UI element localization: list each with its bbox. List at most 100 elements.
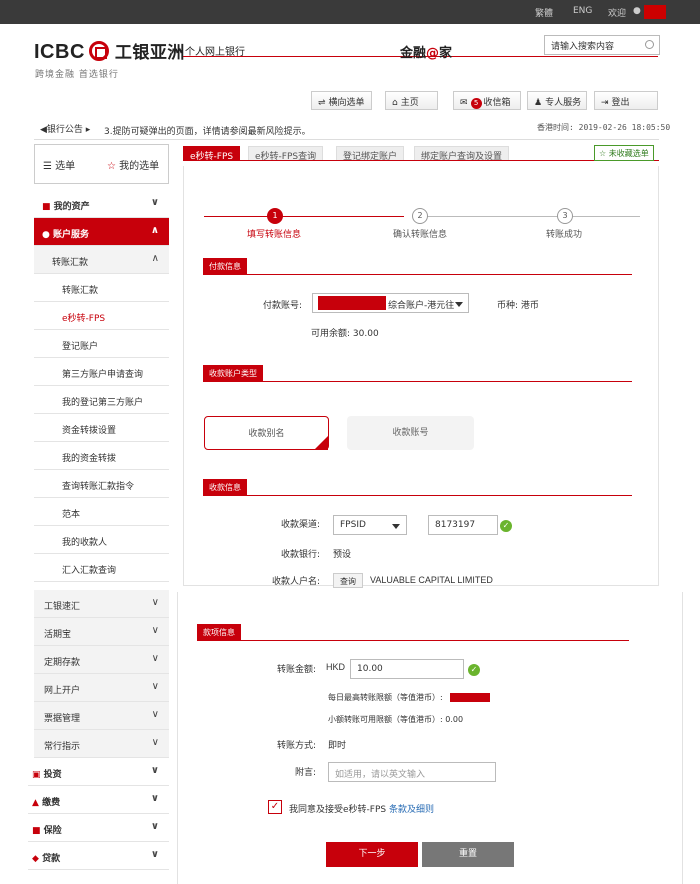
icbc-logo[interactable]: ICBC 工银亚洲	[34, 38, 185, 64]
payee-section-line	[203, 495, 632, 496]
sidebar-item-inward-remit[interactable]: 汇入汇款查询	[34, 554, 169, 582]
reset-button[interactable]: 重置	[422, 842, 514, 867]
account-number-redacted	[318, 296, 386, 310]
inbox-button[interactable]: ✉ 5 收信箱	[453, 91, 521, 110]
tab-fps[interactable]: e秒转-FPS	[183, 146, 241, 162]
step-line-1	[204, 216, 404, 217]
announcement-label: ◀银行公告 ▸	[40, 125, 91, 135]
sidebar-item-my-fund-transfer[interactable]: 我的资金转拨	[34, 442, 169, 470]
announcement-text[interactable]: 3.提防可疑弹出的页面，详情请参阅最新风险提示。	[104, 124, 311, 137]
coin-icon: ◆	[32, 854, 39, 864]
top-bar: 繁體 ENG 欢迎 ●	[0, 0, 700, 24]
payee-alias-option[interactable]: 收款别名	[204, 416, 329, 450]
nav-menu-button[interactable]: ⇌ 横向选单	[311, 91, 372, 110]
remark-label: 附言:	[294, 768, 316, 778]
sidebar-item-my-third-party[interactable]: 我的登记第三方账户	[34, 386, 169, 414]
sidebar-item-register[interactable]: 登记账户	[34, 330, 169, 358]
amount-label: 转账金额:	[276, 665, 316, 675]
valid-check-icon: ✓	[468, 664, 480, 676]
remark-input[interactable]: 如适用，请以英文输入	[328, 762, 496, 782]
sidebar-item-fund-transfer-settings[interactable]: 资金转拨设置	[34, 414, 169, 442]
sidebar-item-fps[interactable]: e秒转-FPS	[34, 302, 169, 330]
sidebar-insurance[interactable]: ■ 保险 ∨	[28, 814, 169, 842]
slogan: 金融@家	[400, 46, 453, 61]
chevron-down-icon: ∨	[150, 197, 159, 208]
logout-icon: ⇥	[601, 98, 609, 108]
chevron-down-icon: ∨	[151, 681, 159, 692]
daily-limit-redacted	[450, 693, 490, 702]
inbox-badge: 5	[470, 98, 482, 109]
umbrella-icon: ■	[32, 826, 41, 836]
sidebar-item-my-payees[interactable]: 我的收款人	[34, 526, 169, 554]
sidebar-item-query-instructions[interactable]: 查询转账汇款指令	[34, 470, 169, 498]
step-2-circle: 2	[412, 208, 428, 224]
tagline: 跨境金融 首选银行	[35, 70, 119, 80]
step-1-label: 填写转账信息	[247, 230, 302, 240]
english-link[interactable]: ENG	[573, 6, 592, 16]
tab-menu[interactable]: ☰ 选单	[43, 157, 75, 172]
amount-section-header: 款项信息	[197, 624, 241, 640]
tab-my-menu[interactable]: ☆ 我的选单	[107, 157, 159, 172]
sidebar-item-savings[interactable]: 活期宝 ∨	[34, 618, 169, 646]
tab-binding-query[interactable]: 绑定账户查询及设置	[414, 146, 510, 162]
daily-limit-label: 每日最高转账限额（等值港币）:	[328, 693, 443, 702]
sidebar-payment[interactable]: ▲ 缴费 ∨	[28, 786, 169, 814]
amount-input[interactable]: 10.00	[350, 659, 464, 679]
sidebar-loans[interactable]: ◆ 贷款 ∨	[28, 842, 169, 870]
valid-check-icon: ✓	[500, 520, 512, 532]
search-icon[interactable]	[645, 40, 654, 49]
sidebar-investment[interactable]: ▣ 投资 ∨	[28, 758, 169, 786]
list-icon: ☰	[43, 161, 52, 172]
star-icon: ☆	[599, 149, 607, 158]
personal-banking-title: 个人网上银行	[185, 47, 245, 58]
chevron-down-icon: ∨	[151, 737, 159, 748]
traditional-chinese-link[interactable]: 繁體	[535, 6, 553, 19]
sidebar-item-standing-instruction[interactable]: 常行指示 ∨	[34, 730, 169, 758]
payee-query-button[interactable]: 查询	[333, 573, 363, 588]
chevron-down-icon: ∨	[150, 793, 159, 804]
home-button[interactable]: ⌂ 主页	[385, 91, 438, 110]
favorite-button[interactable]: ☆ 未收藏选单	[594, 145, 654, 161]
wallet-icon: ■	[42, 202, 51, 212]
chevron-down-icon: ∨	[151, 597, 159, 608]
search-input[interactable]: 请输入搜索内容	[544, 35, 660, 55]
envelope-icon: ✉	[460, 98, 468, 108]
sidebar-item-third-party-query[interactable]: 第三方账户申请查询	[34, 358, 169, 386]
sidebar-transfer-remit[interactable]: 转账汇款 ∧	[34, 246, 169, 274]
chevron-down-icon: ∨	[151, 625, 159, 636]
sidebar-item-templates[interactable]: 范本	[34, 498, 169, 526]
method-value: 即时	[328, 741, 347, 751]
sidebar-account-services[interactable]: ● 账户服务 ∧	[34, 218, 169, 246]
tab-fps-query[interactable]: e秒转-FPS查询	[248, 146, 324, 162]
sidebar-item-transfer[interactable]: 转账汇款	[34, 274, 169, 302]
next-button[interactable]: 下一步	[326, 842, 418, 867]
step-3-circle: 3	[557, 208, 573, 224]
logout-button[interactable]: ⇥ 登出	[594, 91, 658, 110]
sidebar-my-assets[interactable]: ■ 我的资产 ∨	[34, 190, 169, 218]
step-3-label: 转账成功	[546, 230, 583, 240]
agree-text: 我同意及接受e秒转-FPS 条款及细则	[289, 805, 434, 815]
fps-id-input[interactable]: 8173197	[428, 515, 498, 535]
payee-account-option[interactable]: 收款账号	[347, 416, 474, 450]
agree-checkbox[interactable]: ✓	[268, 800, 282, 814]
currency-info: 币种: 港币	[497, 301, 539, 311]
sidebar-item-icbc-express[interactable]: 工银速汇 ∨	[34, 590, 169, 618]
welcome-text: 欢迎	[608, 9, 627, 19]
dropdown-caret-icon	[455, 302, 463, 307]
sidebar-item-bill-mgmt[interactable]: 票据管理 ∨	[34, 702, 169, 730]
sidebar-item-time-deposit[interactable]: 定期存款 ∨	[34, 646, 169, 674]
payee-name-value: VALUABLE CAPITAL LIMITED	[370, 575, 493, 585]
speaker-icon: ◀	[40, 125, 47, 135]
personal-service-button[interactable]: ♟ 专人服务	[527, 91, 587, 110]
arrows-icon: ⇌	[318, 98, 326, 108]
investment-icon: ▣	[32, 770, 41, 780]
payee-bank-value: 预设	[333, 550, 352, 560]
terms-link[interactable]: 条款及细则	[389, 805, 434, 815]
tab-register-binding[interactable]: 登记绑定账户	[336, 146, 405, 162]
payee-bank-label: 收款银行:	[280, 550, 320, 560]
step-1-circle: 1	[267, 208, 283, 224]
chevron-down-icon: ∨	[150, 765, 159, 776]
chevron-down-icon: ∨	[150, 849, 159, 860]
payment-section-line	[203, 274, 632, 275]
sidebar-item-online-account[interactable]: 网上开户 ∨	[34, 674, 169, 702]
